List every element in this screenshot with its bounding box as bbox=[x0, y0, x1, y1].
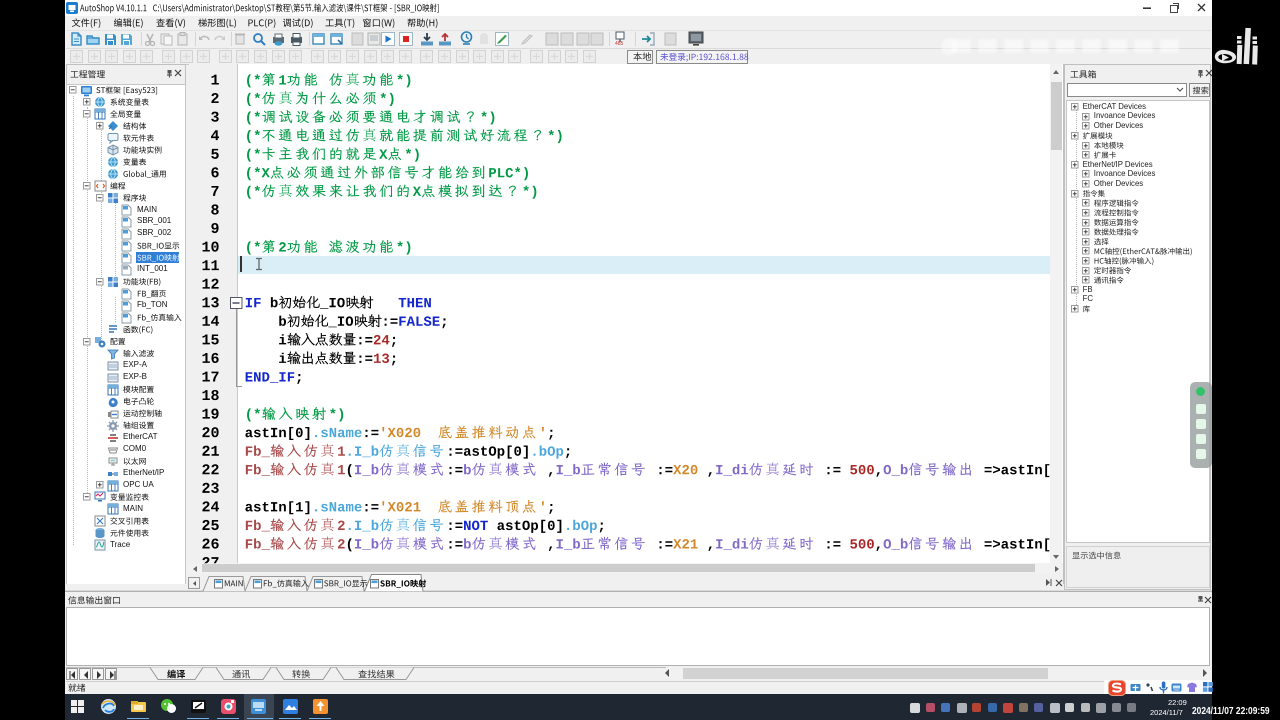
svg-text:485: 485 bbox=[615, 41, 624, 46]
